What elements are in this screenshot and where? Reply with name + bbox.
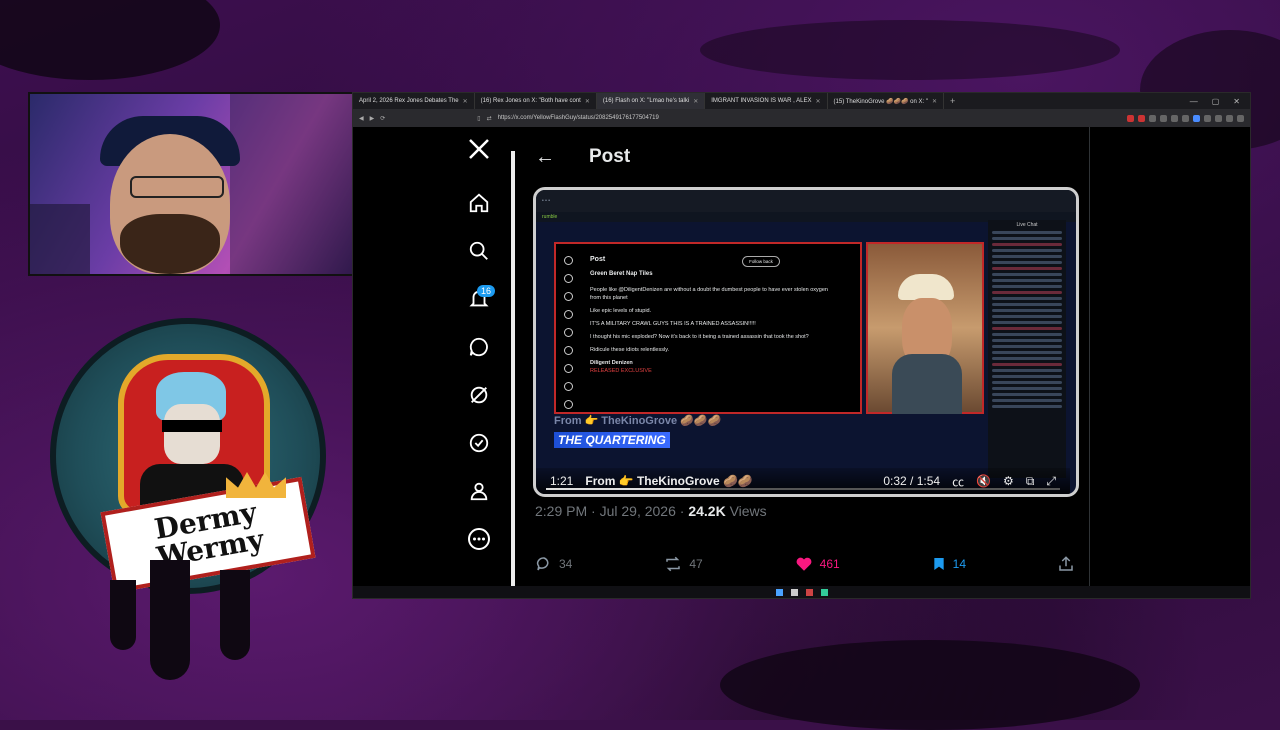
post-header: ← Post [535, 137, 630, 177]
video-controls: 1:21 From 👉 TheKinoGrove 🥔🥔 0:32 / 1:54 … [536, 468, 1070, 494]
fullscreen-icon[interactable]: ⤢ [1046, 474, 1056, 489]
x-sidebar: 16 [445, 127, 513, 586]
video-progress-fill [546, 488, 690, 490]
like-button[interactable]: 461 [794, 555, 840, 573]
tab-rex-jones[interactable]: (16) Rex Jones on X: "Both have cont ✕ [475, 93, 597, 109]
video-progress-bar[interactable] [546, 488, 1060, 490]
video-time: 0:32 / 1:54 [883, 474, 941, 488]
share-icon [1059, 556, 1073, 571]
browser-window: April 2, 2026 Rex Jones Debates The ✕ (16… [352, 92, 1251, 599]
paint-drip [220, 570, 250, 660]
from-banner: From 👉 TheKinoGrove 🥔🥔🥔 [554, 415, 722, 427]
inner-live-chat: Live Chat [988, 220, 1066, 478]
inner-tweet-line: IT'S A MILITARY CRAWL GUYS THIS IS A TRA… [590, 321, 756, 327]
post-timestamp: 2:29 PM · Jul 29, 2026 [535, 503, 676, 519]
reply-button[interactable]: 34 [535, 555, 572, 573]
video-player[interactable]: • • • rumble Post Green Beret Nap Tiles … [533, 187, 1079, 497]
tab-flash[interactable]: (16) Flash on X: "Lmao he's talki ✕ [596, 93, 706, 109]
new-tab-button[interactable]: + [944, 96, 961, 106]
tab-immigrant-invasion[interactable]: IMGRANT INVASION IS WAR , ALEX ✕ [705, 93, 828, 109]
streamer-webcam [28, 92, 354, 276]
tab-rex-debates[interactable]: April 2, 2026 Rex Jones Debates The ✕ [353, 93, 475, 109]
views-label: Views [729, 503, 767, 519]
forward-icon[interactable]: ▶ [370, 115, 375, 122]
grok-icon[interactable] [445, 377, 513, 413]
profile-icon[interactable] [445, 473, 513, 509]
repost-button[interactable]: 47 [663, 555, 703, 573]
settings-icon[interactable]: ⚙ [1003, 474, 1014, 488]
reload-icon[interactable]: ⟳ [380, 115, 385, 122]
bookmark-page-icon[interactable]: ▯ [477, 115, 480, 122]
url-field[interactable]: https://x.com/YellowFlashGuy/status/2082… [498, 115, 958, 121]
start-icon[interactable] [775, 588, 783, 596]
bookmark-icon [933, 558, 944, 570]
app-taskbar-icon[interactable] [820, 588, 828, 596]
paint-drip [150, 560, 190, 680]
inner-follow-button: Follow back [742, 256, 780, 267]
share-button[interactable] [1057, 555, 1075, 573]
meta-separator: · [679, 503, 685, 519]
captions-icon[interactable]: ㏄ [952, 473, 964, 490]
inner-tweet-line: People like @DiligentDenizen are without… [590, 287, 828, 301]
paint-splat [700, 20, 1120, 80]
inner-post-title: Post [590, 256, 606, 263]
inner-quoted-author: Diligent Denizen [590, 360, 633, 366]
os-taskbar [353, 586, 1250, 598]
inner-tweet-line: Ridicule these idiots relentlessly. [590, 347, 670, 353]
reply-count: 34 [559, 557, 573, 571]
reply-icon [536, 557, 549, 571]
minimize-icon[interactable]: — [1190, 97, 1198, 106]
browser-taskbar-icon[interactable] [805, 588, 813, 596]
pip-icon[interactable]: ⧉ [1026, 474, 1035, 489]
inner-browser-bar: • • • [536, 190, 1076, 212]
post-meta: 2:29 PM · Jul 29, 2026 · 24.2K Views [535, 503, 767, 519]
home-icon[interactable] [445, 185, 513, 221]
site-info-icon[interactable]: ⇄ [487, 115, 492, 122]
time-left: 1:21 [550, 474, 574, 488]
inner-webcam [866, 242, 984, 414]
extension-icons [1127, 114, 1244, 122]
video-source-text: From 👉 TheKinoGrove 🥔🥔 [585, 474, 753, 488]
mute-icon[interactable]: 🔇 [976, 474, 991, 488]
page-title: Post [589, 146, 631, 167]
inner-tweet-line: I thought his mic exploded? Now it's bac… [590, 334, 809, 340]
address-bar: ◀ ▶ ⟳ ▯ ⇄ https://x.com/YellowFlashGuy/s… [353, 109, 1250, 127]
inner-tweet-line: Like epic levels of stupid. [590, 308, 652, 314]
heart-icon [796, 557, 812, 571]
inner-screen-share: Post Green Beret Nap Tiles People like @… [554, 242, 862, 414]
repost-count: 47 [689, 557, 703, 571]
bookmark-count: 14 [952, 557, 967, 571]
back-arrow-icon[interactable]: ← [535, 146, 555, 169]
search-icon[interactable] [445, 233, 513, 269]
search-taskbar-icon[interactable] [790, 588, 798, 596]
tab-thekinogrove[interactable]: (15) TheKinoGrove 🥔🥔🥔 on X: " ✕ [828, 93, 945, 109]
more-icon[interactable] [445, 521, 513, 557]
x-logo-icon[interactable] [445, 131, 513, 167]
paint-drip [110, 580, 136, 650]
inner-author: Green Beret Nap Tiles [590, 271, 653, 277]
close-icon[interactable]: ✕ [1233, 97, 1240, 106]
tab-bar: April 2, 2026 Rex Jones Debates The ✕ (16… [353, 93, 1250, 109]
bell-icon[interactable]: 16 [445, 281, 513, 317]
post-column: ← Post • • • rumble Post Green Beret Nap… [515, 127, 1090, 586]
channel-logo: Dermy Wermy [50, 318, 326, 594]
message-icon[interactable] [445, 329, 513, 365]
bookmark-button[interactable]: 14 [931, 555, 966, 573]
post-actions: 34 47 461 14 [535, 553, 1075, 575]
notification-badge: 16 [477, 285, 496, 297]
x-page: 16 ← Post • • • rumble Post Green Beret … [353, 127, 1250, 598]
back-icon[interactable]: ◀ [359, 115, 364, 122]
paint-splat [720, 640, 1140, 730]
verified-icon[interactable] [445, 425, 513, 461]
maximize-icon[interactable]: ▢ [1212, 97, 1220, 106]
inner-quoted-label: RELEASED EXCLUSIVE [590, 368, 652, 374]
inner-x-sidebar [560, 256, 580, 418]
inner-tweet: Post Green Beret Nap Tiles People like @… [590, 256, 838, 375]
quartering-logo: THE QUARTERING [554, 432, 670, 448]
repost-icon [666, 556, 681, 572]
live-chat-title: Live Chat [1016, 222, 1038, 228]
views-count: 24.2K [688, 503, 726, 519]
like-count: 461 [819, 557, 840, 571]
